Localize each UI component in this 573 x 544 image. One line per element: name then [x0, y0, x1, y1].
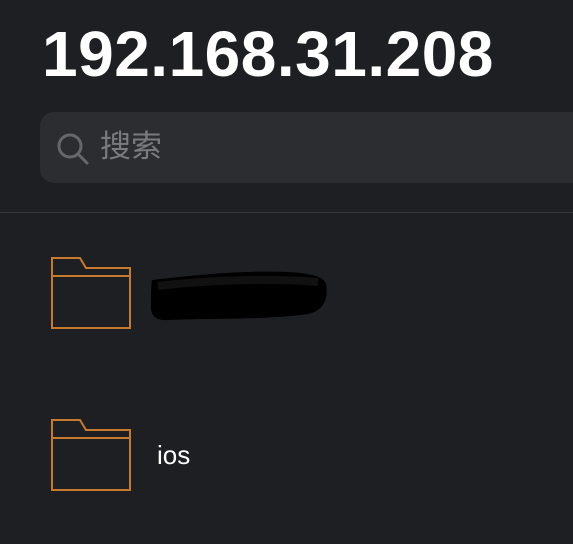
page-title: 192.168.31.208 — [42, 18, 494, 90]
list-item[interactable]: ios — [0, 410, 573, 500]
file-name: ios — [157, 440, 191, 470]
search-icon — [57, 133, 89, 165]
list-item[interactable] — [0, 248, 573, 338]
search-placeholder: 搜索 — [100, 129, 162, 165]
redaction-mark — [150, 271, 327, 321]
search-field[interactable]: 搜索 — [40, 112, 573, 183]
folder-icon — [51, 257, 131, 329]
folder-icon — [51, 419, 131, 491]
divider — [0, 212, 573, 213]
file-browser-screen: 192.168.31.208 搜索 ios — [0, 0, 573, 544]
